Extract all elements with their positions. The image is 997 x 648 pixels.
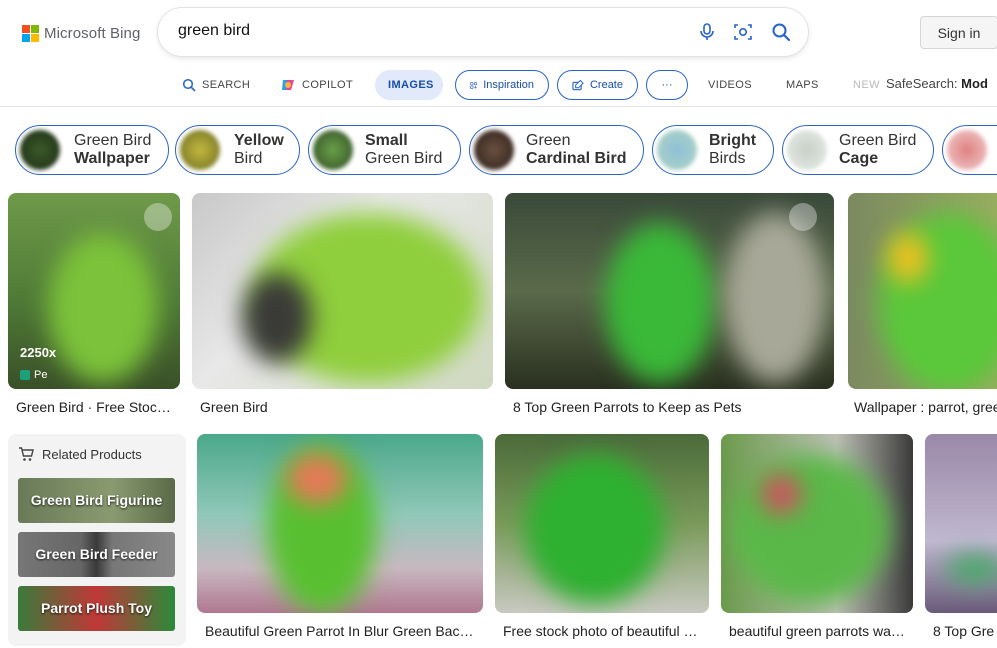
- chip-line1: Green: [526, 132, 571, 149]
- bookmark-icon[interactable]: [789, 203, 817, 231]
- visual-search-icon[interactable]: [732, 21, 754, 43]
- chip-thumbnail: [657, 130, 697, 170]
- safesearch-value: Mod: [961, 76, 988, 91]
- chip-thumbnail: [313, 130, 353, 170]
- more-button[interactable]: ···: [646, 70, 688, 100]
- image-thumbnail: [945, 554, 997, 584]
- tab-videos[interactable]: VIDEOS: [708, 70, 752, 100]
- image-caption[interactable]: Green Bird · Free Stoc…: [16, 399, 176, 415]
- search-icon[interactable]: [770, 21, 792, 43]
- sign-in-button[interactable]: Sign in: [920, 16, 997, 49]
- tab-news-label: NEW: [853, 79, 880, 91]
- microphone-icon[interactable]: [696, 21, 718, 43]
- chip-thumbnail: [180, 130, 220, 170]
- chip-line1: Green Bird: [74, 132, 152, 149]
- related-product-label: Green Bird Feeder: [35, 546, 158, 562]
- nav-divider: [0, 106, 997, 107]
- image-thumbnail: [605, 223, 715, 383]
- safesearch-toggle[interactable]: SafeSearch: Mod: [886, 76, 988, 91]
- chip-line1: Yellow: [234, 132, 284, 149]
- image-size: 2250x: [20, 345, 57, 360]
- related-chip[interactable]: Bright Birds: [652, 125, 774, 175]
- chip-thumbnail: [20, 130, 60, 170]
- shopping-cart-icon: [19, 447, 34, 461]
- tab-maps[interactable]: MAPS: [786, 70, 819, 100]
- chip-line2: Bird: [234, 150, 263, 167]
- image-caption[interactable]: 8 Top Gre: [933, 623, 997, 639]
- related-products-title: Related Products: [42, 447, 142, 462]
- related-product-button[interactable]: Parrot Plush Toy: [18, 586, 175, 631]
- safesearch-label: SafeSearch:: [886, 76, 958, 91]
- related-chip[interactable]: [942, 125, 997, 175]
- tab-images[interactable]: IMAGES: [375, 70, 443, 100]
- image-thumbnail: [525, 454, 665, 604]
- copilot-icon: [282, 80, 294, 90]
- image-caption[interactable]: Wallpaper : parrot, gree: [854, 399, 997, 415]
- tab-images-label: IMAGES: [388, 79, 434, 91]
- image-result[interactable]: [848, 193, 997, 389]
- image-caption[interactable]: Green Bird: [200, 399, 480, 415]
- more-icon: ···: [661, 79, 673, 91]
- image-result[interactable]: [721, 434, 913, 613]
- microsoft-logo-icon: [22, 25, 39, 42]
- tab-news[interactable]: NEW: [853, 70, 880, 100]
- logo-text: Microsoft Bing: [44, 24, 141, 42]
- search-icon: [182, 78, 196, 92]
- image-result[interactable]: [192, 193, 493, 389]
- related-chip[interactable]: Green Cardinal Bird: [469, 125, 644, 175]
- image-caption[interactable]: 8 Top Green Parrots to Keep as Pets: [513, 399, 813, 415]
- related-chip[interactable]: Small Green Bird: [308, 125, 461, 175]
- tab-videos-label: VIDEOS: [708, 79, 752, 91]
- image-result[interactable]: [505, 193, 834, 389]
- image-thumbnail: [48, 233, 158, 383]
- chip-line2: Cage: [839, 150, 879, 167]
- chip-line1: Green Bird: [839, 132, 917, 149]
- image-caption[interactable]: Beautiful Green Parrot In Blur Green Bac…: [205, 623, 483, 639]
- image-result[interactable]: [197, 434, 483, 613]
- tab-inspiration[interactable]: Inspiration: [455, 70, 549, 100]
- image-result[interactable]: [925, 434, 997, 613]
- bing-logo[interactable]: Microsoft Bing: [22, 22, 140, 44]
- related-chip[interactable]: Yellow Bird: [175, 125, 300, 175]
- source-name: Pe: [34, 369, 48, 381]
- image-result[interactable]: 2250x Pe: [8, 193, 180, 389]
- chip-line2: Wallpaper: [74, 150, 150, 167]
- chip-thumbnail: [787, 130, 827, 170]
- related-product-label: Green Bird Figurine: [30, 492, 163, 508]
- search-input[interactable]: [178, 22, 658, 40]
- image-caption[interactable]: Free stock photo of beautiful …: [503, 623, 703, 639]
- chip-line2: Green Bird: [365, 150, 443, 167]
- chip-line2: Birds: [709, 150, 746, 167]
- related-chip[interactable]: Green Bird Wallpaper: [15, 125, 169, 175]
- tab-search-label: SEARCH: [202, 79, 251, 91]
- image-result[interactable]: [495, 434, 709, 613]
- related-product-label: Parrot Plush Toy: [41, 600, 152, 616]
- image-thumbnail: [731, 454, 891, 604]
- inspiration-icon: [470, 81, 478, 89]
- tab-copilot-label: COPILOT: [302, 79, 354, 91]
- chip-line1: Small: [365, 132, 408, 149]
- chip-line1: Bright: [709, 132, 757, 149]
- bookmark-icon[interactable]: [144, 203, 172, 231]
- chip-thumbnail: [474, 130, 514, 170]
- source-icon: [20, 370, 30, 380]
- related-product-button[interactable]: Green Bird Figurine: [18, 478, 175, 523]
- related-product-button[interactable]: Green Bird Feeder: [18, 532, 175, 577]
- chip-line2: Cardinal Bird: [526, 150, 627, 167]
- tab-maps-label: MAPS: [786, 79, 819, 91]
- search-box[interactable]: [158, 8, 808, 56]
- chip-thumbnail: [947, 130, 987, 170]
- tab-search[interactable]: SEARCH: [182, 70, 250, 100]
- create-icon: [572, 79, 584, 90]
- tab-inspiration-label: Inspiration: [483, 79, 534, 91]
- tab-create-label: Create: [589, 79, 623, 91]
- image-source: Pe: [20, 369, 47, 381]
- tab-create[interactable]: Create: [557, 70, 638, 100]
- image-caption[interactable]: beautiful green parrots wa…: [729, 623, 909, 639]
- related-products-header: Related Products: [18, 447, 142, 462]
- related-chip[interactable]: Green Bird Cage: [782, 125, 934, 175]
- tab-copilot[interactable]: COPILOT: [280, 70, 353, 100]
